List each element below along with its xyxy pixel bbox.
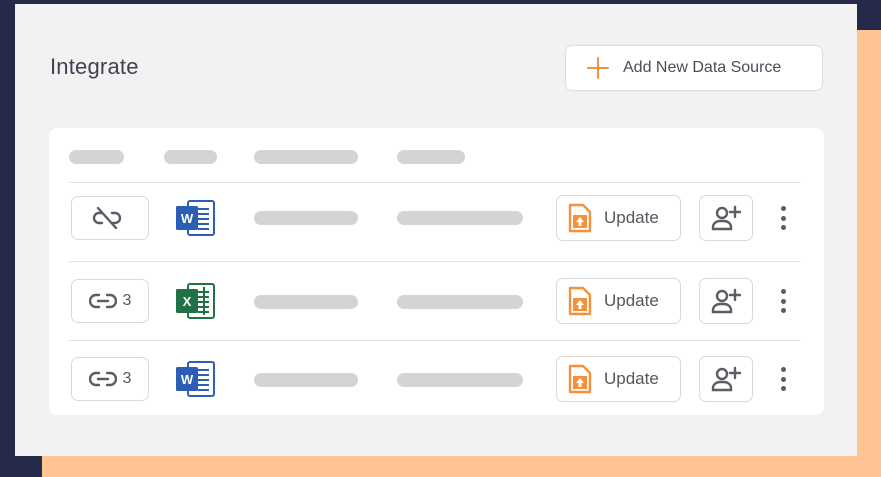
- link-button[interactable]: 3: [71, 279, 149, 323]
- link-icon: [88, 371, 117, 387]
- svg-text:X: X: [183, 294, 192, 309]
- divider: [69, 261, 801, 262]
- more-options-button[interactable]: [773, 362, 793, 396]
- more-vertical-icon: [780, 289, 786, 294]
- add-data-source-button[interactable]: Add New Data Source: [565, 45, 823, 91]
- update-button[interactable]: Update: [556, 195, 681, 241]
- word-file-icon: W: [176, 200, 215, 236]
- link-button[interactable]: 3: [71, 357, 149, 401]
- table-row: 3 W Update: [49, 352, 824, 408]
- add-user-button[interactable]: [699, 195, 753, 241]
- svg-text:W: W: [181, 211, 194, 226]
- divider: [69, 340, 801, 341]
- table-row: 3 X Update: [49, 274, 824, 330]
- unlink-icon: [92, 207, 122, 229]
- add-user-icon: [711, 288, 741, 314]
- add-user-button[interactable]: [699, 278, 753, 324]
- page-title: Integrate: [50, 54, 139, 79]
- more-options-button[interactable]: [773, 201, 793, 235]
- update-label: Update: [604, 369, 659, 388]
- column-header-placeholder: [69, 150, 124, 164]
- more-vertical-icon: [780, 206, 786, 211]
- link-count: 3: [122, 370, 132, 387]
- add-user-icon: [711, 205, 741, 231]
- add-data-source-label: Add New Data Source: [623, 59, 782, 76]
- divider: [69, 182, 801, 183]
- more-options-button[interactable]: [773, 284, 793, 318]
- update-label: Update: [604, 208, 659, 227]
- file-info-placeholder: [397, 373, 523, 387]
- update-button[interactable]: Update: [556, 356, 681, 402]
- file-upload-icon: [568, 203, 592, 233]
- integrate-panel: Integrate Add New Data Source W Update 3…: [15, 4, 857, 456]
- file-info-placeholder: [397, 295, 523, 309]
- add-user-button[interactable]: [699, 356, 753, 402]
- file-name-placeholder: [254, 295, 358, 309]
- file-upload-icon: [568, 286, 592, 316]
- file-name-placeholder: [254, 211, 358, 225]
- column-header-placeholder: [164, 150, 217, 164]
- file-upload-icon: [568, 364, 592, 394]
- link-icon: [88, 293, 117, 309]
- add-user-icon: [711, 366, 741, 392]
- file-name-placeholder: [254, 373, 358, 387]
- data-sources-table: W Update 3 X Update 3 W Update: [49, 128, 824, 415]
- unlink-button[interactable]: [71, 196, 149, 240]
- file-info-placeholder: [397, 211, 523, 225]
- column-header-placeholder: [397, 150, 465, 164]
- column-header-placeholder: [254, 150, 358, 164]
- svg-text:W: W: [181, 372, 194, 387]
- table-row: W Update: [49, 191, 824, 247]
- plus-icon: [587, 57, 609, 79]
- update-button[interactable]: Update: [556, 278, 681, 324]
- word-file-icon: W: [176, 361, 215, 397]
- more-vertical-icon: [780, 367, 786, 372]
- link-count: 3: [122, 292, 132, 309]
- excel-file-icon: X: [176, 283, 215, 319]
- update-label: Update: [604, 291, 659, 310]
